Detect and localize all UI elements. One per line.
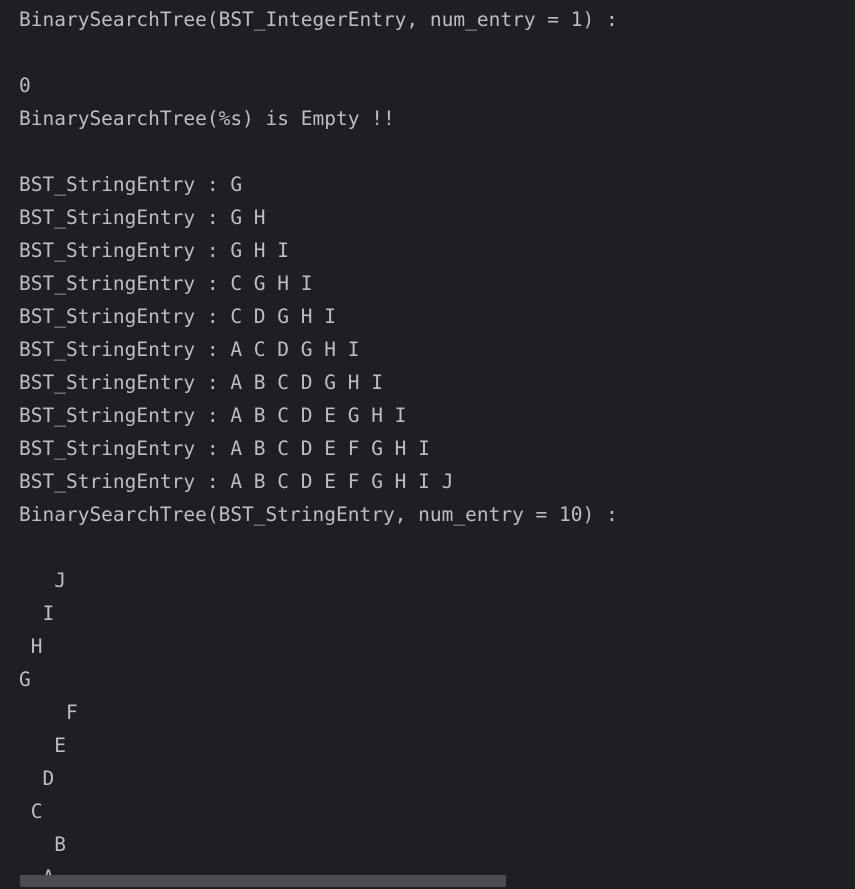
console-line: BST_StringEntry : A B C D G H I [19, 371, 383, 394]
console-line: B [19, 833, 66, 856]
console-line: BinarySearchTree(BST_StringEntry, num_en… [19, 503, 618, 526]
console-line: BST_StringEntry : G [19, 173, 243, 196]
console-line: BST_StringEntry : A C D G H I [19, 338, 360, 361]
console-line: BST_StringEntry : G H [19, 206, 266, 229]
console-line: BinarySearchTree(%s) is Empty !! [19, 107, 395, 130]
console-line: C [19, 800, 43, 823]
console-line: BST_StringEntry : G H I [19, 239, 290, 262]
console-line: F [19, 701, 78, 724]
console-line: BST_StringEntry : A B C D E F G H I [19, 437, 430, 460]
console-line: BST_StringEntry : A B C D E G H I [19, 404, 407, 427]
console-line: J [19, 569, 66, 592]
console-line: BinarySearchTree(BST_IntegerEntry, num_e… [19, 8, 618, 31]
console-output: BinarySearchTree(BST_IntegerEntry, num_e… [0, 0, 855, 889]
console-line: BST_StringEntry : A B C D E F G H I J [19, 470, 454, 493]
console-line: BST_StringEntry : C D G H I [19, 305, 336, 328]
console-line: BST_StringEntry : C G H I [19, 272, 313, 295]
console-line: H [19, 635, 43, 658]
console-line: I [19, 602, 55, 625]
console-line: D [19, 767, 55, 790]
console-line: E [19, 734, 66, 757]
console-line: G [19, 668, 31, 691]
console-line: 0 [19, 74, 31, 97]
horizontal-scrollbar[interactable] [20, 875, 506, 887]
